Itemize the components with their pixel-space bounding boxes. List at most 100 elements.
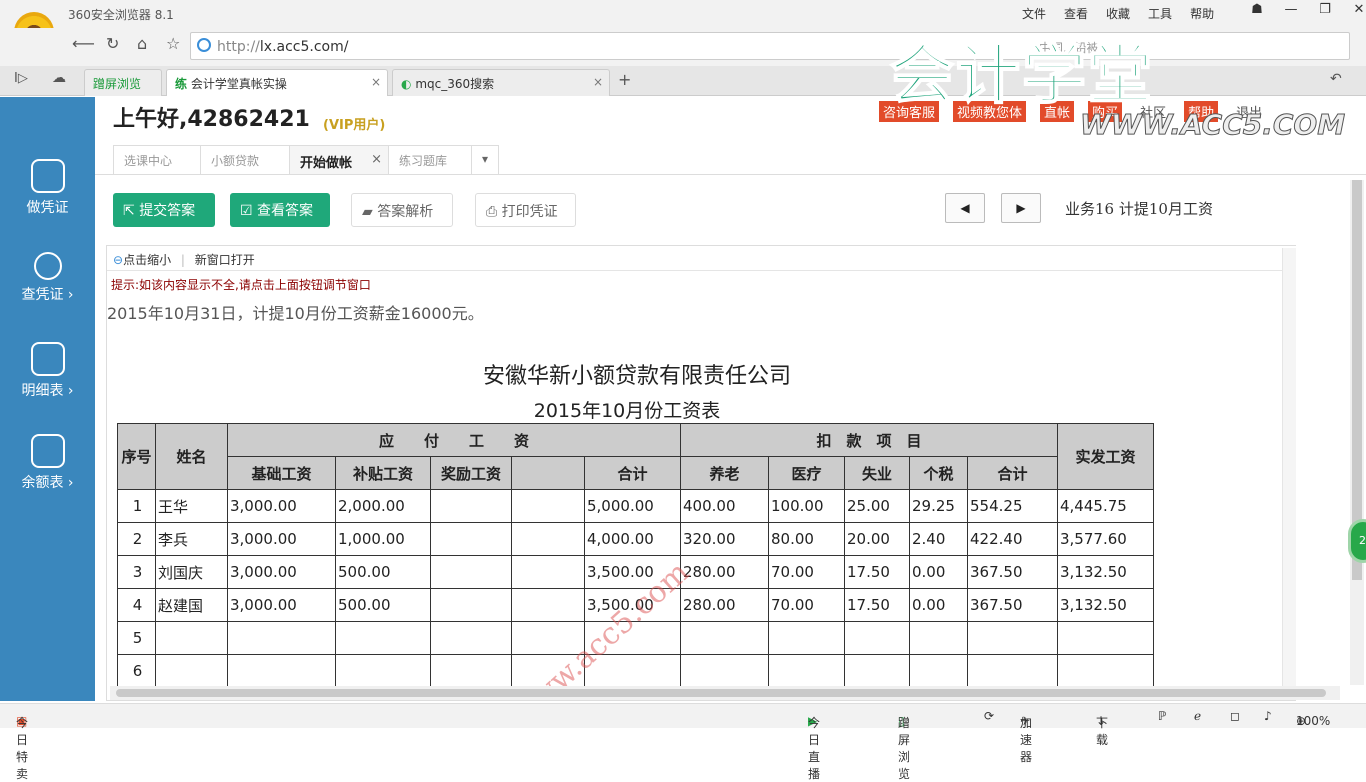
tab-acc5[interactable]: 练 会计学堂真帐实操 × [166, 69, 388, 96]
table-cell[interactable]: 3,000.00 [227, 489, 336, 523]
table-cell[interactable]: 2,000.00 [335, 489, 431, 523]
table-cell[interactable] [844, 621, 910, 655]
url-text[interactable]: http://lx.acc5.com/ [217, 39, 348, 55]
floating-badge[interactable]: 28 [1348, 519, 1366, 563]
zoom-out-link[interactable]: 点击缩小 [123, 253, 171, 267]
table-cell[interactable] [430, 654, 512, 688]
sidebar-item-query-voucher[interactable]: 查凭证 › [0, 252, 95, 304]
table-cell[interactable] [680, 621, 769, 655]
table-cell[interactable]: 80.00 [768, 522, 845, 556]
table-cell[interactable] [227, 621, 336, 655]
table-cell[interactable] [335, 654, 431, 688]
maximize-icon[interactable]: ❐ [1308, 2, 1342, 17]
star-icon[interactable]: ☆ [166, 34, 180, 53]
view-answer-button[interactable]: ☑ 查看答案 [230, 193, 330, 227]
table-cell[interactable]: 20.00 [844, 522, 910, 556]
skin-icon[interactable]: ☗ [1240, 2, 1274, 17]
home-icon[interactable]: ⌂ [137, 34, 147, 53]
chevron-down-icon[interactable]: ▾ [471, 145, 499, 174]
menu-view[interactable]: 查看 [1064, 5, 1088, 22]
table-cell[interactable] [155, 654, 228, 688]
tab-split-view[interactable]: 蹭屏浏览 [84, 69, 162, 96]
table-cell[interactable] [967, 654, 1058, 688]
table-cell[interactable]: 320.00 [680, 522, 769, 556]
tab-360-search[interactable]: ◐ mqc_360搜索 × [392, 69, 610, 96]
table-cell[interactable] [227, 654, 336, 688]
ie-icon[interactable]: ℙ [1158, 709, 1166, 723]
tab-course-center[interactable]: 选课中心 [113, 145, 201, 174]
tab-close-icon[interactable]: × [371, 75, 381, 89]
table-cell[interactable]: 5,000.00 [584, 489, 681, 523]
submit-answer-button[interactable]: ⇱ 提交答案 [113, 193, 215, 227]
table-cell[interactable]: 3,577.60 [1057, 522, 1154, 556]
sidebar-toggle-icon[interactable]: I▷ [14, 71, 28, 86]
table-cell[interactable]: 17.50 [844, 555, 910, 589]
menu-help[interactable]: 帮助 [1190, 5, 1214, 22]
tab-microloan[interactable]: 小额贷款 [200, 145, 290, 174]
table-cell[interactable] [768, 654, 845, 688]
table-cell[interactable]: 554.25 [967, 489, 1058, 523]
table-cell[interactable]: 422.40 [967, 522, 1058, 556]
answer-analysis-button[interactable]: ▰ 答案解析 [351, 193, 453, 227]
table-cell[interactable]: 3,132.50 [1057, 555, 1154, 589]
frame-scrollbar[interactable] [1282, 248, 1296, 688]
table-cell[interactable]: 3,000.00 [227, 555, 336, 589]
sidebar-item-make-voucher[interactable]: 做凭证 [0, 159, 95, 217]
table-cell[interactable]: 李兵 [155, 522, 228, 556]
table-cell[interactable]: 1,000.00 [335, 522, 431, 556]
table-cell[interactable]: 0.00 [909, 555, 968, 589]
page-vertical-scrollbar[interactable] [1350, 180, 1364, 685]
sidebar-item-ledger[interactable]: 明细表 › [0, 342, 95, 400]
new-tab-button[interactable]: + [618, 70, 631, 89]
refresh-icon[interactable]: ↻ [106, 34, 119, 53]
tab-close-icon[interactable]: × [593, 75, 603, 89]
table-cell[interactable]: 3,000.00 [227, 522, 336, 556]
table-cell[interactable] [511, 489, 585, 523]
close-icon[interactable]: ✕ [1342, 2, 1366, 17]
table-cell[interactable]: 王华 [155, 489, 228, 523]
browser-mode-icon[interactable]: ℯ [1194, 709, 1201, 723]
tab-exercises[interactable]: 练习题库 [388, 145, 472, 174]
table-cell[interactable] [430, 555, 512, 589]
volume-icon[interactable]: ♪ [1264, 709, 1272, 723]
table-cell[interactable] [511, 522, 585, 556]
table-cell[interactable] [768, 621, 845, 655]
table-cell[interactable]: 367.50 [967, 555, 1058, 589]
table-cell[interactable]: 400.00 [680, 489, 769, 523]
table-cell[interactable]: 500.00 [335, 555, 431, 589]
table-cell[interactable]: 367.50 [967, 588, 1058, 622]
cloud-icon[interactable]: ☁ [52, 70, 66, 86]
table-cell[interactable] [430, 588, 512, 622]
menu-favorites[interactable]: 收藏 [1106, 5, 1130, 22]
scroll-thumb[interactable] [116, 689, 1326, 697]
table-cell[interactable] [967, 621, 1058, 655]
table-cell[interactable]: 2.40 [909, 522, 968, 556]
table-cell[interactable]: 70.00 [768, 588, 845, 622]
close-icon[interactable]: × [371, 152, 382, 167]
table-cell[interactable]: 280.00 [680, 588, 769, 622]
cycle-icon[interactable]: ⟳ [984, 709, 994, 723]
table-cell[interactable]: 100.00 [768, 489, 845, 523]
table-cell[interactable] [909, 654, 968, 688]
table-cell[interactable]: 70.00 [768, 555, 845, 589]
table-cell[interactable]: 4,445.75 [1057, 489, 1154, 523]
table-cell[interactable] [844, 654, 910, 688]
table-cell[interactable] [335, 621, 431, 655]
table-cell[interactable]: 刘国庆 [155, 555, 228, 589]
table-cell[interactable]: 280.00 [680, 555, 769, 589]
table-cell[interactable]: 3,000.00 [227, 588, 336, 622]
table-cell[interactable] [430, 621, 512, 655]
table-cell[interactable] [511, 588, 585, 622]
table-cell[interactable] [1057, 654, 1154, 688]
table-cell[interactable]: 3,132.50 [1057, 588, 1154, 622]
prev-page-button[interactable]: ◀ [945, 193, 985, 223]
table-cell[interactable] [511, 555, 585, 589]
table-cell[interactable]: 25.00 [844, 489, 910, 523]
table-cell[interactable]: 0.00 [909, 588, 968, 622]
table-cell[interactable]: 17.50 [844, 588, 910, 622]
page-horizontal-scrollbar[interactable] [110, 686, 1340, 700]
sidebar-item-balance[interactable]: 余额表 › [0, 434, 95, 492]
table-cell[interactable] [1057, 621, 1154, 655]
tab-start-accounting[interactable]: 开始做帐 × [289, 145, 389, 174]
next-page-button[interactable]: ▶ [1001, 193, 1041, 223]
